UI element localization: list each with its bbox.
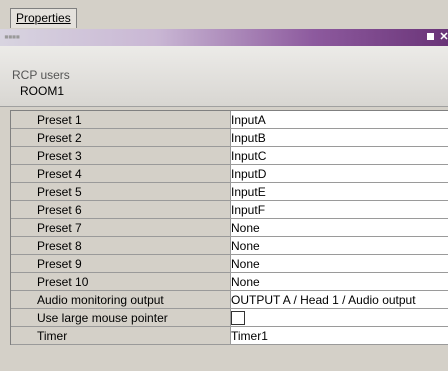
property-value-cell[interactable]: Timer1 <box>231 327 448 344</box>
property-name-cell: Preset 6 <box>11 201 231 218</box>
property-value-cell[interactable]: OUTPUT A / Head 1 / Audio output <box>231 291 448 308</box>
property-name-cell: Preset 3 <box>11 147 231 164</box>
property-row[interactable]: Use large mouse pointer <box>11 309 448 327</box>
property-value[interactable]: Timer1 <box>231 329 268 343</box>
panel-titlebar[interactable]: ▪▪▪▪ ✕ <box>0 29 448 46</box>
property-row[interactable]: Preset 4 InputD <box>11 165 448 183</box>
property-value[interactable]: InputF <box>231 203 265 217</box>
property-name-cell: Preset 4 <box>11 165 231 182</box>
property-name: Preset 1 <box>37 113 82 127</box>
property-row[interactable]: Preset 5 InputE <box>11 183 448 201</box>
property-name: Preset 7 <box>37 221 82 235</box>
property-value-cell[interactable]: InputD <box>231 165 448 182</box>
property-row[interactable]: Preset 6 InputF <box>11 201 448 219</box>
property-row[interactable]: Preset 2 InputB <box>11 129 448 147</box>
property-name-cell: Preset 8 <box>11 237 231 254</box>
property-value[interactable]: None <box>231 275 260 289</box>
close-icon[interactable]: ✕ <box>439 32 448 43</box>
property-value-cell[interactable]: None <box>231 237 448 254</box>
property-name: Audio monitoring output <box>37 293 164 307</box>
property-value[interactable]: InputB <box>231 131 266 145</box>
property-name: Preset 3 <box>37 149 82 163</box>
property-name-cell: Preset 5 <box>11 183 231 200</box>
panel-title: RCP users <box>12 68 70 82</box>
property-name: Preset 4 <box>37 167 82 181</box>
property-row[interactable]: Preset 8 None <box>11 237 448 255</box>
property-name-cell: Preset 9 <box>11 255 231 272</box>
property-row[interactable]: Preset 9 None <box>11 255 448 273</box>
property-name-cell: Timer <box>11 327 231 344</box>
property-name: Timer <box>37 329 68 343</box>
property-value[interactable]: InputE <box>231 185 266 199</box>
property-value-cell[interactable]: InputB <box>231 129 448 146</box>
grip-icon[interactable]: ▪▪▪▪ <box>4 32 20 41</box>
property-value-cell[interactable]: InputA <box>231 111 448 128</box>
property-row[interactable]: Audio monitoring output OUTPUT A / Head 1… <box>11 291 448 309</box>
property-value[interactable]: None <box>231 221 260 235</box>
property-value-cell[interactable]: InputF <box>231 201 448 218</box>
property-row[interactable]: Preset 1 InputA <box>11 111 448 129</box>
property-grid: Preset 1 InputA Preset 2 InputB Preset 3 Inpu… <box>10 110 448 345</box>
tab-bar: Properties <box>0 0 448 29</box>
property-name: Use large mouse pointer <box>37 311 168 325</box>
property-name-cell: Preset 1 <box>11 111 231 128</box>
property-name-cell: Preset 7 <box>11 219 231 236</box>
property-value-cell[interactable] <box>231 309 448 326</box>
large-mouse-pointer-checkbox[interactable] <box>231 311 245 325</box>
property-name: Preset 2 <box>37 131 82 145</box>
tab-properties[interactable]: Properties <box>10 8 77 28</box>
property-name-cell: Preset 10 <box>11 273 231 290</box>
property-row[interactable]: Preset 10 None <box>11 273 448 291</box>
property-name-cell: Use large mouse pointer <box>11 309 231 326</box>
property-name: Preset 9 <box>37 257 82 271</box>
property-value-cell[interactable]: None <box>231 255 448 272</box>
property-value-cell[interactable]: None <box>231 273 448 290</box>
panel-subtitle: ROOM1 <box>20 84 65 98</box>
tab-properties-label: Properties <box>16 11 71 25</box>
property-name: Preset 10 <box>37 275 89 289</box>
property-value-cell[interactable]: InputC <box>231 147 448 164</box>
property-name: Preset 8 <box>37 239 82 253</box>
property-value[interactable]: None <box>231 257 260 271</box>
property-value[interactable]: InputA <box>231 113 266 127</box>
property-value[interactable]: OUTPUT A / Head 1 / Audio output <box>231 293 416 307</box>
property-value-cell[interactable]: None <box>231 219 448 236</box>
property-name-cell: Audio monitoring output <box>11 291 231 308</box>
property-row[interactable]: Timer Timer1 <box>11 327 448 345</box>
property-name: Preset 5 <box>37 185 82 199</box>
property-row[interactable]: Preset 7 None <box>11 219 448 237</box>
property-row[interactable]: Preset 3 InputC <box>11 147 448 165</box>
property-value-cell[interactable]: InputE <box>231 183 448 200</box>
restore-icon[interactable] <box>426 32 436 42</box>
property-name-cell: Preset 2 <box>11 129 231 146</box>
property-value[interactable]: None <box>231 239 260 253</box>
panel-header: RCP users ROOM1 <box>0 46 448 107</box>
property-value[interactable]: InputC <box>231 149 266 163</box>
property-value[interactable]: InputD <box>231 167 266 181</box>
property-name: Preset 6 <box>37 203 82 217</box>
